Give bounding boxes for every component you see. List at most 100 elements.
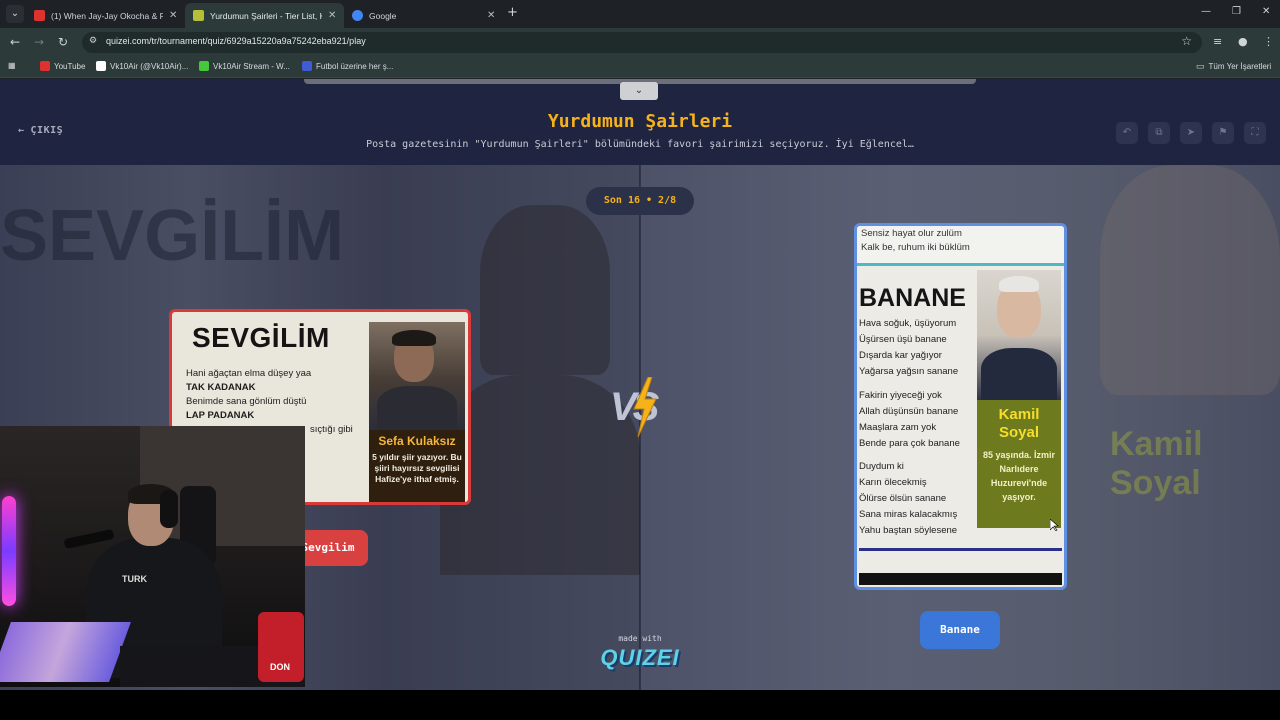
folder-icon: ▭ — [1196, 61, 1205, 71]
menu-dots-icon[interactable]: ⋮ — [1263, 35, 1274, 48]
browser-window: ⌄ (1) When Jay-Jay Okocha & Ro ✕ Yurdumu… — [0, 0, 1280, 690]
flag-icon[interactable]: ⚑ — [1212, 122, 1234, 144]
quizei-logo[interactable]: QUIZEI — [596, 645, 684, 671]
choose-right-button[interactable]: Banane — [920, 611, 1000, 649]
address-bar[interactable]: ⚙ quizei.com/tr/tournament/quiz/6929a152… — [82, 32, 1202, 53]
poem-line: TAK KADANAK — [186, 382, 256, 393]
photo-hair — [999, 276, 1039, 292]
round-badge: Son 16 • 2/8 — [586, 187, 694, 215]
quiz-subtitle: Posta gazetesinin "Yurdumun Şairleri" bö… — [366, 139, 914, 150]
poem-line: Allah düşünsün banane — [859, 406, 959, 417]
photo-suit — [377, 386, 457, 432]
tab-google[interactable]: Google ✕ — [344, 3, 503, 28]
right-poet-caption: Kamil Soyal 85 yaşında. İzmir Narlıdere … — [977, 400, 1061, 528]
right-card-header: Sensiz hayat olur zulüm Kalk be, ruhum i… — [857, 226, 1064, 266]
bookmark-label: Tüm Yer İşaretleri — [1208, 62, 1272, 71]
tab-title: Google — [369, 10, 397, 21]
tab-title: (1) When Jay-Jay Okocha & Ro — [51, 10, 163, 21]
headset — [160, 490, 178, 528]
photo-hair — [392, 330, 436, 346]
all-bookmarks-folder[interactable]: ▭ Tüm Yer İşaretleri — [1196, 61, 1271, 72]
close-window-icon[interactable]: ✕ — [1262, 6, 1270, 17]
poem-line: Ölürse ölsün sanane — [859, 493, 947, 504]
reading-list-icon[interactable]: ≡ — [1213, 35, 1222, 48]
poem-line: sıçtığı gibi — [310, 424, 353, 435]
poem-line: Bende para çok banane — [859, 438, 960, 449]
close-tab-icon[interactable]: ✕ — [328, 10, 336, 21]
poem-line: Yağarsa yağsın sanane — [859, 366, 959, 377]
close-tab-icon[interactable]: ✕ — [169, 10, 177, 21]
poem-line: Hani ağaçtan elma düşey yaa — [186, 368, 312, 379]
maximize-icon[interactable]: ❐ — [1232, 6, 1241, 17]
rgb-keyboard — [0, 622, 131, 682]
left-poet-name: Sefa Kulaksız — [378, 434, 456, 448]
poem-line: Üşürsen üşü banane — [859, 334, 947, 345]
right-poet-desc: 85 yaşında. İzmir Narlıdere Huzurevi'nde… — [982, 450, 1056, 502]
shirt-print: TURK — [122, 574, 147, 584]
right-option-card[interactable]: Sensiz hayat olur zulüm Kalk be, ruhum i… — [854, 223, 1067, 590]
tab-bar: ⌄ (1) When Jay-Jay Okocha & Ro ✕ Yurdumu… — [0, 0, 1280, 28]
made-with-label: made with — [618, 634, 662, 643]
microphone-arm — [63, 528, 115, 550]
youtube-favicon-icon — [34, 10, 45, 21]
poem-line: Fakirin yiyeceği yok — [859, 390, 942, 401]
undo-icon[interactable]: ↶ — [1116, 122, 1138, 144]
bookmark-x-vk10air[interactable]: Vk10Air (@Vk10Air)... — [96, 61, 188, 71]
site-info-icon[interactable]: ⚙ — [89, 36, 101, 48]
bookmark-futbol[interactable]: Futbol üzerine her ş... — [302, 61, 393, 71]
bookmark-label: Futbol üzerine her ş... — [316, 61, 394, 71]
x-logo-icon — [96, 61, 106, 71]
fullscreen-icon[interactable]: ⛶ — [1244, 122, 1266, 144]
forward-arrow-icon[interactable]: → — [34, 35, 44, 49]
cup-print: DON — [270, 662, 290, 672]
poem-line: Yahu baştan söylesene — [859, 525, 958, 536]
back-arrow-icon[interactable]: ← — [10, 35, 20, 49]
poem-line: Karın ölecekmiş — [859, 477, 927, 488]
chevron-down-icon[interactable]: ⌄ — [620, 82, 658, 100]
google-favicon-icon — [352, 10, 363, 21]
kick-logo-icon — [199, 61, 209, 71]
left-card-title: SEVGİLİM — [192, 322, 330, 353]
bookmark-label: Vk10Air (@Vk10Air)... — [110, 61, 189, 71]
left-poet-desc: 5 yıldır şiir yazıyor. Bu şiiri hayırsız… — [372, 452, 462, 484]
poem-line: Sana miras kalacakmış — [859, 509, 958, 520]
poem-line: LAP PADANAK — [186, 410, 255, 421]
bookmark-star-icon[interactable]: ☆ — [1181, 34, 1192, 48]
send-icon[interactable]: ➤ — [1180, 122, 1202, 144]
left-poet-caption: Sefa Kulaksız 5 yıldır şiir yazıyor. Bu … — [369, 430, 465, 502]
close-tab-icon[interactable]: ✕ — [487, 10, 495, 21]
new-tab-button[interactable]: + — [507, 5, 518, 20]
poem-line: Duydum ki — [859, 461, 904, 472]
share-link-icon[interactable]: ⧉ — [1148, 122, 1170, 144]
right-background-photo — [1100, 165, 1280, 395]
rgb-lights — [2, 496, 16, 606]
versus-badge: VS — [604, 377, 676, 437]
webcam-overlay: TURK DON — [0, 426, 305, 687]
left-poet-photo — [369, 322, 465, 432]
photo-suit — [981, 348, 1057, 400]
reload-icon[interactable]: ↻ — [58, 35, 68, 49]
tab-quizei[interactable]: Yurdumun Şairleri - Tier List, Kı ✕ — [185, 3, 345, 28]
apps-grid-icon[interactable]: ▦ — [8, 61, 16, 70]
bookmark-vk10air-stream[interactable]: Vk10Air Stream - W... — [199, 61, 290, 71]
bookmark-label: Vk10Air Stream - W... — [213, 61, 290, 71]
bookmark-label: YouTube — [54, 61, 86, 71]
tab-youtube[interactable]: (1) When Jay-Jay Okocha & Ro ✕ — [26, 3, 185, 28]
tab-search-button[interactable]: ⌄ — [6, 5, 24, 23]
mouse-cursor-icon — [1050, 519, 1059, 531]
profile-avatar-icon[interactable]: ● — [1238, 35, 1248, 48]
right-background-text: Kamil Soyal — [1110, 425, 1203, 502]
card-footer-bar — [859, 573, 1062, 585]
right-poet-photo — [977, 270, 1061, 400]
youtube-icon — [40, 61, 50, 71]
bookmarks-bar: ▦ YouTube Vk10Air (@Vk10Air)... Vk10Air … — [0, 56, 1280, 78]
right-card-title: BANANE — [859, 284, 966, 312]
poem-line: Benimde sana gönlüm düştü — [186, 396, 307, 407]
quiz-title: Yurdumun Şairleri — [547, 111, 733, 132]
browser-toolbar: ← → ↻ ⚙ quizei.com/tr/tournament/quiz/69… — [0, 28, 1280, 56]
left-background-photo — [480, 205, 610, 375]
header-line: Sensiz hayat olur zulüm — [861, 228, 962, 239]
bookmark-youtube[interactable]: YouTube — [40, 61, 85, 71]
lightning-bolt-icon — [633, 377, 657, 437]
minimize-icon[interactable]: — — [1201, 6, 1211, 17]
